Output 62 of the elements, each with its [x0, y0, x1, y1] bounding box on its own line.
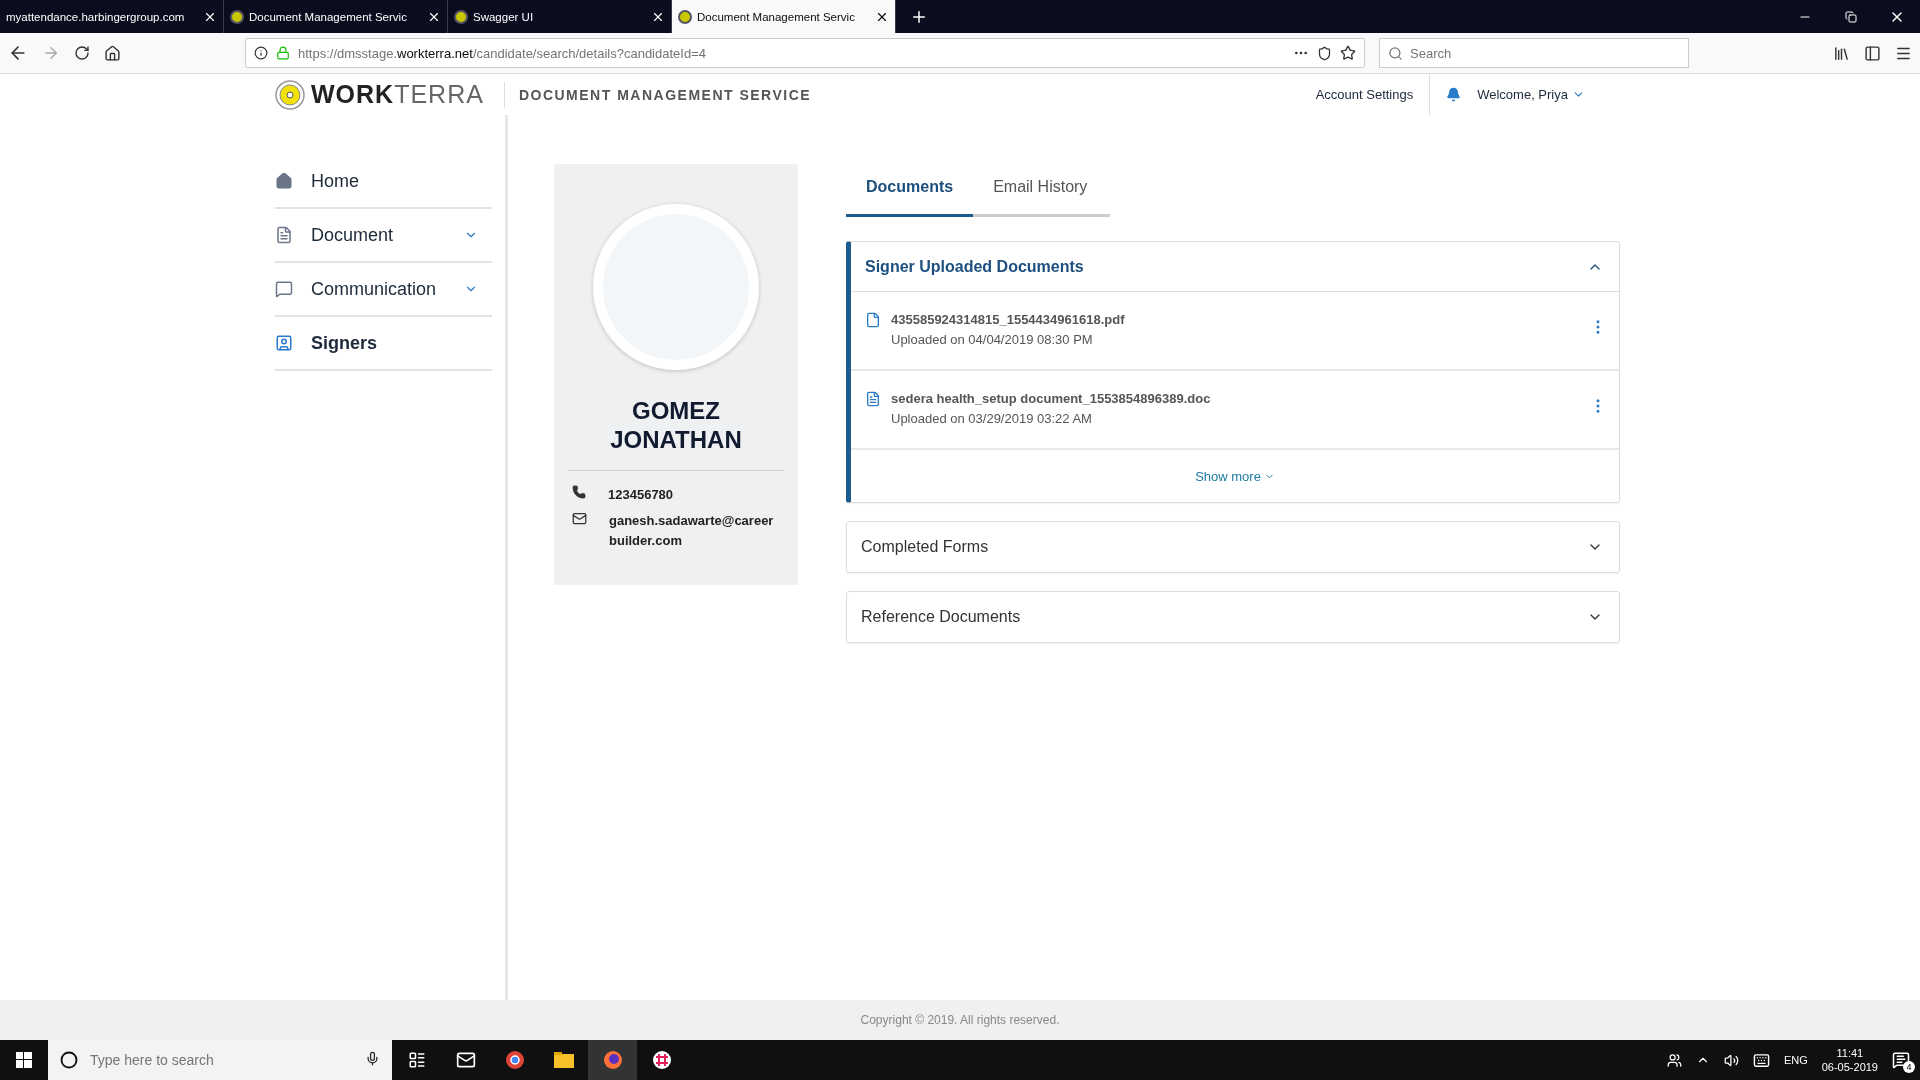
user-menu[interactable]: Welcome, Priya [1461, 87, 1585, 102]
house-icon [275, 172, 293, 190]
show-more-link[interactable]: Show more [1195, 468, 1275, 484]
microphone-icon[interactable] [365, 1051, 380, 1066]
sidebar-item[interactable]: Communication [275, 263, 492, 317]
service-title: DOCUMENT MANAGEMENT SERVICE [503, 81, 812, 108]
candidate-name: GOMEZ JONATHAN [568, 396, 784, 471]
tab[interactable]: Email History [973, 164, 1108, 217]
text-file-icon [865, 391, 881, 407]
account-settings-link[interactable]: Account Settings [1299, 74, 1431, 115]
taskbar-search-field[interactable]: Type here to search [48, 1040, 392, 1080]
pdf-file-icon [865, 312, 881, 328]
windows-logo-icon [16, 1052, 32, 1068]
cortana-circle-icon [60, 1051, 78, 1069]
phone-icon [572, 485, 586, 499]
badge-person-icon [275, 334, 293, 352]
keyboard-icon[interactable] [1752, 1051, 1770, 1069]
upload-date: Uploaded on 04/04/2019 08:30 PM [891, 332, 1094, 347]
phone-number: 123456780 [608, 486, 675, 504]
library-icon[interactable] [1833, 44, 1850, 62]
fox-globe-icon [602, 1050, 623, 1070]
reload-icon[interactable] [74, 45, 90, 61]
mail-icon [572, 511, 587, 526]
file-name: 435585924314815_1554434961618.pdf [891, 312, 1126, 327]
copyright-text: Copyright © 2019. All rights reserved. [860, 1013, 1060, 1027]
sidebar-item[interactable]: Home [275, 155, 492, 209]
language-indicator[interactable]: ENG [1783, 1054, 1808, 1066]
bookmark-star-icon[interactable] [1340, 45, 1356, 61]
search-icon [1388, 46, 1403, 61]
lock-icon [276, 46, 290, 60]
search-field[interactable]: Search [1379, 38, 1689, 68]
workterra-logo: WORKTERRA [275, 79, 484, 110]
home-icon[interactable] [104, 44, 121, 62]
tab[interactable]: Documents [846, 164, 974, 217]
notification-count: 4 [1903, 1061, 1915, 1073]
sidebar-item[interactable]: Signers [275, 317, 492, 371]
envelope-icon [455, 1050, 476, 1070]
sidebar-icon[interactable] [1864, 44, 1881, 62]
folder-icon [553, 1052, 574, 1068]
document-icon [275, 226, 293, 244]
notifications-icon[interactable] [1892, 1051, 1910, 1069]
accordion-header[interactable]: Reference Documents [847, 592, 1619, 642]
firefox-button[interactable] [588, 1040, 637, 1080]
file-name: sedera health_setup document_1553854896389.doc [891, 391, 1212, 406]
info-icon[interactable] [254, 46, 268, 60]
target-icon [275, 79, 305, 110]
chat-icon [275, 280, 293, 298]
sidebar-item[interactable]: Document [275, 209, 492, 263]
accordion-header[interactable]: Completed Forms [847, 522, 1619, 572]
bell-icon[interactable] [1446, 87, 1462, 102]
task-view-icon [407, 1051, 426, 1069]
address-bar[interactable]: https://dmsstage.workterra.net/candidate/search/details?candidateId=4 [245, 38, 1365, 68]
people-icon[interactable] [1666, 1052, 1682, 1068]
email-address: ganesh.sadawarte@careerbuilder.com [609, 512, 775, 550]
upload-date: Uploaded on 03/29/2019 03:22 AM [891, 411, 1093, 426]
clock[interactable]: 11:41 06-05-2019 [1821, 1047, 1878, 1073]
accordion-header[interactable]: Signer Uploaded Documents [851, 242, 1619, 292]
speaker-icon[interactable] [1723, 1052, 1739, 1068]
hash-grid-icon [651, 1050, 672, 1070]
browser-circle-icon [504, 1050, 525, 1070]
browser-tab[interactable]: Document Management Servic [672, 0, 896, 33]
restore-icon[interactable] [1845, 10, 1857, 23]
